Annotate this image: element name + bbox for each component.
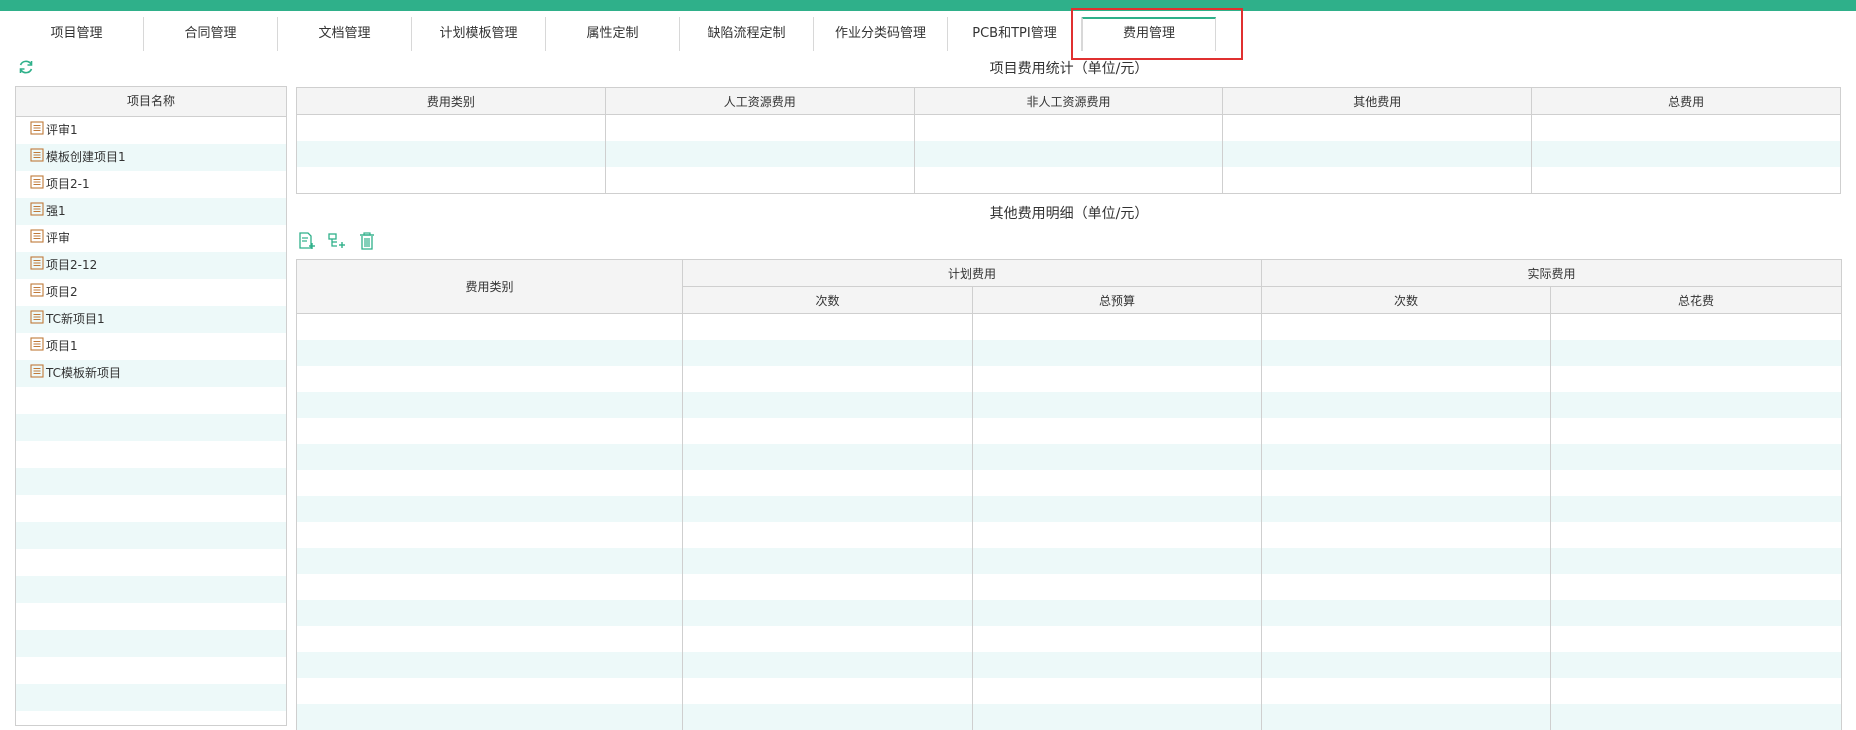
project-tree-item[interactable]: 项目2-12 bbox=[16, 252, 286, 279]
project-tree-label: 强1 bbox=[46, 204, 66, 218]
project-tree-header: 项目名称 bbox=[16, 87, 286, 117]
table-row bbox=[296, 652, 1843, 678]
table-row bbox=[296, 114, 1841, 141]
cost-summary-table: 费用类别 人工资源费用 非人工资源费用 其他费用 总费用 bbox=[296, 87, 1841, 194]
project-tree-item[interactable]: 强1 bbox=[16, 198, 286, 225]
table-row bbox=[296, 548, 1843, 574]
tab-pcb-tpi-management[interactable]: PCB和TPI管理 bbox=[948, 17, 1082, 51]
table-row bbox=[296, 418, 1843, 444]
project-tree-item[interactable]: TC新项目1 bbox=[16, 306, 286, 333]
col-detail-cost-category: 费用类别 bbox=[296, 259, 683, 314]
project-doc-icon bbox=[30, 120, 44, 135]
add-child-icon[interactable] bbox=[327, 231, 347, 251]
col-actual-count: 次数 bbox=[1261, 286, 1552, 314]
empty-tree-row bbox=[16, 711, 286, 725]
summary-title: 项目费用统计（单位/元） bbox=[989, 61, 1149, 77]
empty-tree-row bbox=[16, 549, 286, 576]
col-total-cost: 总费用 bbox=[1531, 87, 1841, 115]
project-tree-label: 项目2-1 bbox=[46, 177, 90, 191]
empty-tree-row bbox=[16, 684, 286, 711]
table-row bbox=[296, 522, 1843, 548]
empty-tree-row bbox=[16, 657, 286, 684]
project-tree-item[interactable]: 项目1 bbox=[16, 333, 286, 360]
col-actual-total-spend: 总花费 bbox=[1550, 286, 1843, 314]
tab-activity-code-management[interactable]: 作业分类码管理 bbox=[814, 17, 948, 51]
project-doc-icon bbox=[30, 174, 44, 189]
tab-project-management[interactable]: 项目管理 bbox=[10, 17, 144, 51]
empty-tree-row bbox=[16, 414, 286, 441]
refresh-icon[interactable] bbox=[17, 58, 35, 76]
table-row bbox=[296, 496, 1843, 522]
table-row bbox=[296, 470, 1843, 496]
detail-title: 其他费用明细（单位/元） bbox=[989, 206, 1149, 222]
top-accent-bar bbox=[0, 0, 1856, 11]
project-doc-icon bbox=[30, 147, 44, 162]
detail-toolbar bbox=[297, 231, 377, 251]
project-tree-item[interactable]: 评审 bbox=[16, 225, 286, 252]
project-tree-item[interactable]: 评审1 bbox=[16, 117, 286, 144]
col-non-labor-cost: 非人工资源费用 bbox=[913, 87, 1224, 115]
table-row bbox=[296, 626, 1843, 652]
project-doc-icon bbox=[30, 363, 44, 378]
table-row bbox=[296, 313, 1843, 340]
tab-contract-management[interactable]: 合同管理 bbox=[144, 17, 278, 51]
table-row bbox=[296, 678, 1843, 704]
tab-attribute-customization[interactable]: 属性定制 bbox=[546, 17, 680, 51]
project-tree-item[interactable]: 模板创建项目1 bbox=[16, 144, 286, 171]
project-doc-icon bbox=[30, 336, 44, 351]
table-row bbox=[296, 600, 1843, 626]
project-tree-label: 项目1 bbox=[46, 339, 78, 353]
table-row bbox=[296, 704, 1843, 730]
project-tree-label: 模板创建项目1 bbox=[46, 150, 126, 164]
table-row bbox=[296, 392, 1843, 418]
project-tree-panel: 项目名称 评审1 模板创建项目1 项目2-1 强1 评审项目2-12 项目2 TC新项目1 项… bbox=[15, 86, 287, 726]
col-planned-total-budget: 总预算 bbox=[971, 286, 1263, 314]
project-doc-icon bbox=[30, 282, 44, 297]
project-tree-list: 评审1 模板创建项目1 项目2-1 强1 评审项目2-12 项目2 TC新项目1 项目1 TC模… bbox=[16, 117, 286, 725]
empty-tree-row bbox=[16, 441, 286, 468]
project-tree-label: 评审 bbox=[46, 231, 71, 245]
col-group-actual-cost: 实际费用 bbox=[1261, 259, 1843, 287]
project-tree-item[interactable]: TC模板新项目 bbox=[16, 360, 286, 387]
tab-plan-template-management[interactable]: 计划模板管理 bbox=[412, 17, 546, 51]
project-tree-item[interactable]: 项目2 bbox=[16, 279, 286, 306]
project-doc-icon bbox=[30, 309, 44, 324]
project-tree-label: TC新项目1 bbox=[46, 312, 105, 326]
table-row bbox=[296, 444, 1843, 470]
empty-tree-row bbox=[16, 495, 286, 522]
project-doc-icon bbox=[30, 201, 44, 216]
module-tabs: 项目管理 合同管理 文档管理 计划模板管理 属性定制 缺陷流程定制 作业分类码管… bbox=[10, 17, 1216, 51]
empty-tree-row bbox=[16, 387, 286, 414]
table-row bbox=[296, 340, 1843, 366]
table-row bbox=[296, 141, 1841, 167]
col-group-planned-cost: 计划费用 bbox=[681, 259, 1263, 287]
project-tree-label: 项目2-12 bbox=[46, 258, 98, 272]
col-planned-count: 次数 bbox=[682, 286, 973, 314]
tab-document-management[interactable]: 文档管理 bbox=[278, 17, 412, 51]
empty-tree-row bbox=[16, 576, 286, 603]
col-labor-cost: 人工资源费用 bbox=[604, 87, 915, 115]
add-row-icon[interactable] bbox=[297, 231, 317, 251]
project-tree-item[interactable]: 项目2-1 bbox=[16, 171, 286, 198]
project-tree-label: 项目2 bbox=[46, 285, 78, 299]
empty-tree-row bbox=[16, 522, 286, 549]
table-row bbox=[296, 574, 1843, 600]
table-row bbox=[296, 167, 1841, 194]
project-tree-label: 评审1 bbox=[46, 123, 78, 137]
empty-tree-row bbox=[16, 630, 286, 657]
tab-defect-workflow-customization[interactable]: 缺陷流程定制 bbox=[680, 17, 814, 51]
table-row bbox=[296, 366, 1843, 392]
other-cost-detail-table: 费用类别 计划费用 实际费用 次数 总预算 次数 总花费 bbox=[296, 259, 1843, 730]
delete-icon[interactable] bbox=[357, 231, 377, 251]
project-doc-icon bbox=[30, 228, 44, 243]
empty-tree-row bbox=[16, 603, 286, 630]
highlight-box bbox=[1071, 8, 1243, 60]
project-tree-label: TC模板新项目 bbox=[46, 366, 122, 380]
col-other-cost: 其他费用 bbox=[1222, 87, 1533, 115]
empty-tree-row bbox=[16, 468, 286, 495]
project-doc-icon bbox=[30, 255, 44, 270]
col-cost-category: 费用类别 bbox=[296, 87, 606, 115]
